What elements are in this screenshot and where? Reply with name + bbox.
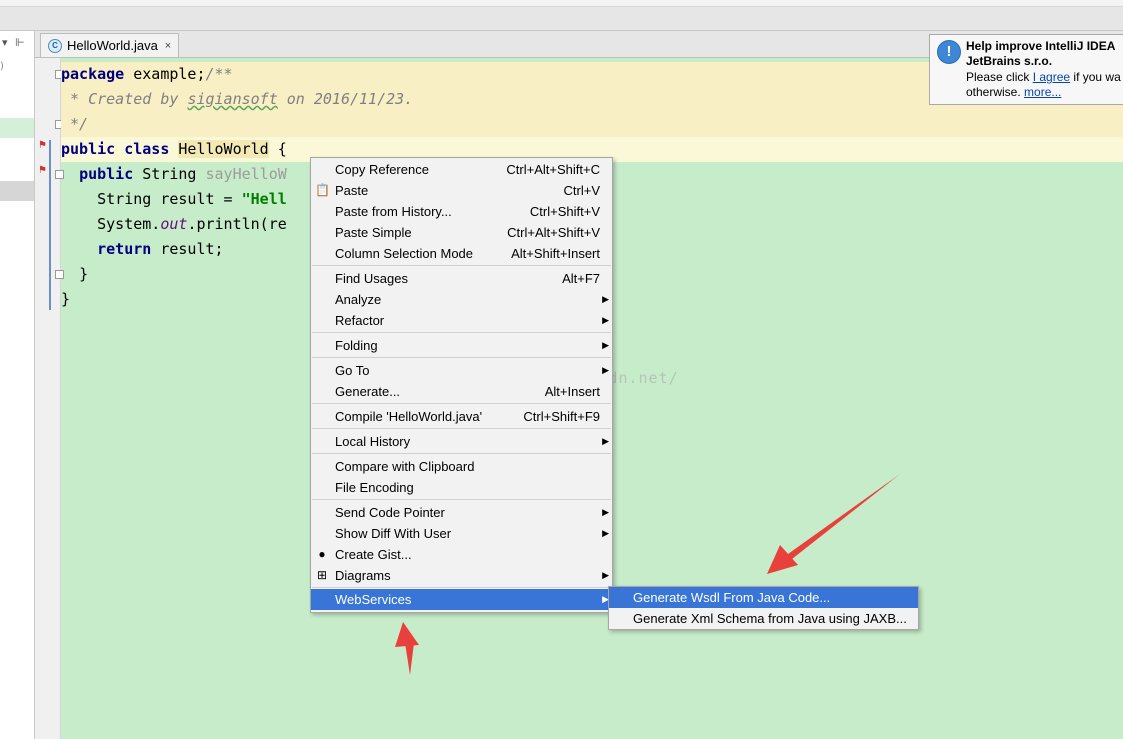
annotation-arrow-to-webservices <box>395 622 419 675</box>
arrow-head <box>395 622 419 647</box>
arrow-shaft <box>405 643 414 675</box>
annotation-arrow-to-wsdl <box>767 474 900 574</box>
arrow-head <box>767 545 798 574</box>
arrow-shaft <box>788 474 900 559</box>
annotation-layer <box>395 474 900 675</box>
